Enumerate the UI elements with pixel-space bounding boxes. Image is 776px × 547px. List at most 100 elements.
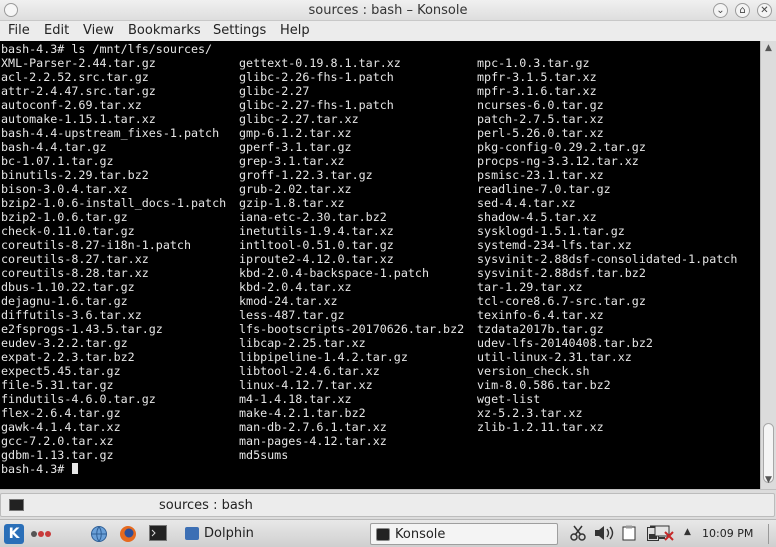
task-dolphin[interactable]: Dolphin (180, 523, 360, 545)
file-entry: gdbm-1.13.tar.gz (1, 448, 114, 462)
file-entry: gawk-4.1.4.tar.xz (1, 420, 121, 434)
file-entry: acl-2.2.52.src.tar.gz (1, 70, 149, 84)
file-entry: systemd-234-lfs.tar.xz (477, 238, 632, 252)
file-entry: kbd-2.0.4-backspace-1.patch (239, 266, 429, 280)
file-entry: readline-7.0.tar.gz (477, 182, 611, 196)
file-entry: XML-Parser-2.44.tar.gz (1, 56, 156, 70)
file-entry: zlib-1.2.11.tar.xz (477, 420, 604, 434)
file-entry: inetutils-1.9.4.tar.xz (239, 224, 394, 238)
file-entry: linux-4.12.7.tar.xz (239, 378, 373, 392)
menu-help[interactable]: Help (280, 23, 310, 38)
menu-bookmarks[interactable]: Bookmarks (128, 23, 201, 38)
file-entry: attr-2.4.47.src.tar.gz (1, 84, 156, 98)
file-entry: udev-lfs-20140408.tar.bz2 (477, 336, 653, 350)
file-entry: ncurses-6.0.tar.gz (477, 98, 604, 112)
file-entry: mpfr-3.1.6.tar.xz (477, 84, 597, 98)
file-entry: mpfr-3.1.5.tar.xz (477, 70, 597, 84)
task-konsole[interactable]: Konsole (370, 523, 558, 545)
file-entry: man-db-2.7.6.1.tar.xz (239, 420, 387, 434)
file-entry: sysklogd-1.5.1.tar.gz (477, 224, 625, 238)
file-entry: make-4.2.1.tar.bz2 (239, 406, 366, 420)
file-entry: dbus-1.10.22.tar.gz (1, 280, 135, 294)
terminal-icon (376, 528, 390, 541)
firefox-icon[interactable] (119, 525, 137, 543)
file-entry: gperf-3.1.tar.gz (239, 140, 352, 154)
file-entry: intltool-0.51.0.tar.gz (239, 238, 394, 252)
file-entry: bzip2-1.0.6.tar.gz (1, 210, 128, 224)
file-entry: groff-1.22.3.tar.gz (239, 168, 373, 182)
file-entry: tar-1.29.tar.xz (477, 280, 583, 294)
clipboard-icon[interactable] (622, 525, 636, 541)
network-disconnected-icon[interactable] (654, 525, 674, 541)
file-entry: tzdata2017b.tar.gz (477, 322, 604, 336)
menu-view[interactable]: View (83, 23, 114, 38)
file-entry: tcl-core8.6.7-src.tar.gz (477, 294, 646, 308)
task-konsole-label: Konsole (395, 527, 446, 542)
file-entry: xz-5.2.3.tar.xz (477, 406, 583, 420)
file-entry: patch-2.7.5.tar.xz (477, 112, 604, 126)
maximize-button[interactable]: ⌂ (735, 3, 750, 18)
clock[interactable]: 10:09 PM (702, 527, 753, 540)
file-entry: glibc-2.27.tar.xz (239, 112, 359, 126)
file-entry: expect5.45.tar.gz (1, 364, 121, 378)
menu-edit[interactable]: Edit (44, 23, 69, 38)
minimize-button[interactable]: ⌄ (713, 3, 728, 18)
file-entry: kbd-2.0.4.tar.xz (239, 280, 352, 294)
file-entry: coreutils-8.27-i18n-1.patch (1, 238, 191, 252)
file-entry: iana-etc-2.30.tar.bz2 (239, 210, 387, 224)
text-cursor (72, 463, 79, 474)
folder-icon (185, 527, 199, 540)
file-entry: sysvinit-2.88dsf.tar.bz2 (477, 266, 646, 280)
show-desktop-handle[interactable] (768, 524, 774, 544)
application-launcher-icon[interactable]: K (4, 524, 24, 544)
file-entry: gmp-6.1.2.tar.xz (239, 126, 352, 140)
file-entry: binutils-2.29.tar.bz2 (1, 168, 149, 182)
file-entry: grub-2.02.tar.xz (239, 182, 352, 196)
file-entry: pkg-config-0.29.2.tar.gz (477, 140, 646, 154)
file-entry: eudev-3.2.2.tar.gz (1, 336, 128, 350)
scroll-down-arrow-icon[interactable]: ▼ (761, 475, 776, 487)
file-entry: kmod-24.tar.xz (239, 294, 338, 308)
menu-bar: File Edit View Bookmarks Settings Help (0, 21, 776, 41)
tray-expand-arrow-icon[interactable]: ▲ (684, 527, 691, 537)
file-entry: wget-list (477, 392, 541, 406)
file-entry: findutils-4.6.0.tar.gz (1, 392, 156, 406)
file-entry: autoconf-2.69.tar.xz (1, 98, 142, 112)
file-entry: man-pages-4.12.tar.xz (239, 434, 387, 448)
prompt-line[interactable]: bash-4.3# (1, 462, 79, 476)
file-entry: less-487.tar.gz (239, 308, 345, 322)
tab-sources-bash[interactable]: sources : bash (0, 493, 775, 517)
file-entry: flex-2.6.4.tar.gz (1, 406, 121, 420)
file-entry: texinfo-6.4.tar.xz (477, 308, 604, 322)
file-entry: psmisc-23.1.tar.xz (477, 168, 604, 182)
konsole-launcher-icon[interactable] (149, 525, 167, 541)
file-entry: grep-3.1.tar.xz (239, 154, 345, 168)
menu-settings[interactable]: Settings (213, 23, 266, 38)
scroll-thumb[interactable] (763, 423, 774, 483)
file-entry: coreutils-8.28.tar.xz (1, 266, 149, 280)
file-entry: vim-8.0.586.tar.bz2 (477, 378, 611, 392)
menu-file[interactable]: File (8, 23, 30, 38)
file-entry: glibc-2.27 (239, 84, 310, 98)
file-entry: bc-1.07.1.tar.gz (1, 154, 114, 168)
file-entry: m4-1.4.18.tar.xz (239, 392, 352, 406)
terminal-scrollbar[interactable]: ▲ ▼ (760, 41, 776, 489)
close-button[interactable]: ✕ (757, 3, 772, 18)
file-entry: gcc-7.2.0.tar.xz (1, 434, 114, 448)
file-entry: expat-2.2.3.tar.bz2 (1, 350, 135, 364)
volume-icon[interactable] (594, 525, 614, 541)
network-globe-icon[interactable] (90, 525, 108, 543)
file-entry: procps-ng-3.3.12.tar.xz (477, 154, 639, 168)
scroll-up-arrow-icon[interactable]: ▲ (761, 43, 776, 55)
file-entry: bison-3.0.4.tar.xz (1, 182, 128, 196)
file-entry: dejagnu-1.6.tar.gz (1, 294, 128, 308)
tab-label: sources : bash (159, 498, 253, 513)
file-entry: bash-4.4-upstream_fixes-1.patch (1, 126, 220, 140)
scissors-icon[interactable] (570, 525, 586, 541)
file-entry: shadow-4.5.tar.xz (477, 210, 597, 224)
command-line: bash-4.3# ls /mnt/lfs/sources/ (1, 42, 213, 56)
pager-icon[interactable] (30, 526, 52, 542)
task-dolphin-label: Dolphin (204, 526, 254, 541)
file-entry: mpc-1.0.3.tar.gz (477, 56, 590, 70)
terminal-output[interactable]: bash-4.3# ls /mnt/lfs/sources/ XML-Parse… (0, 41, 760, 489)
